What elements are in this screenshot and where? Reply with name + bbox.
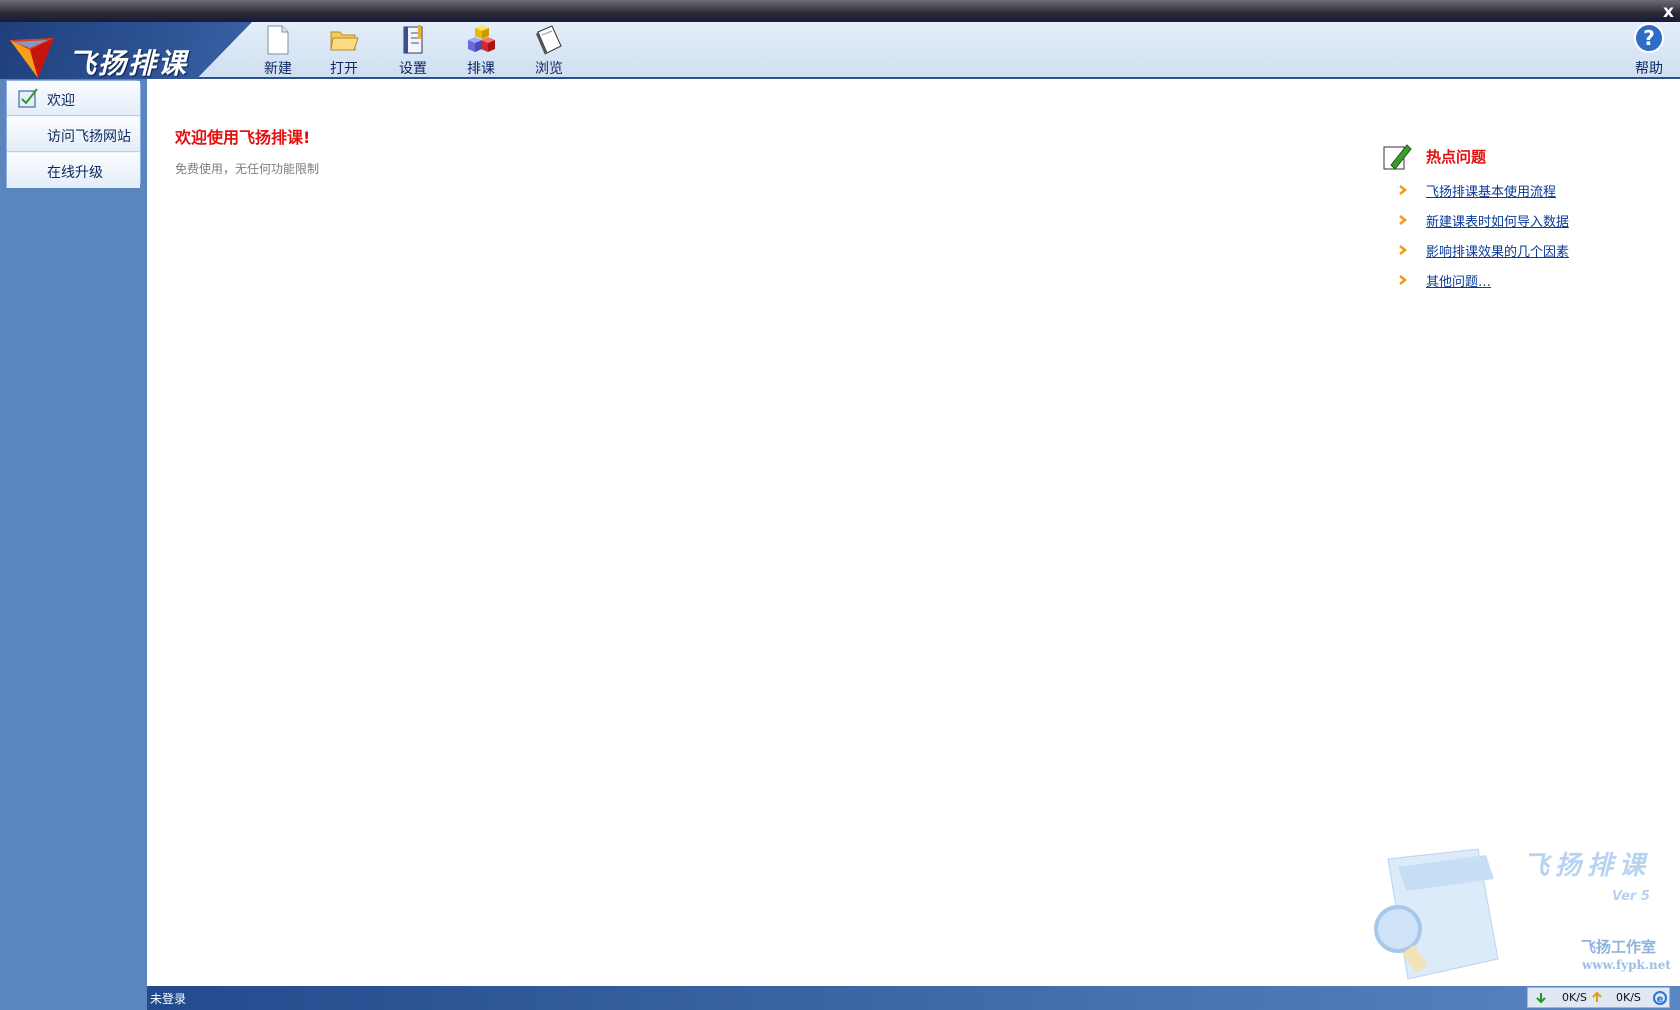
sidebar-item-upgrade[interactable]: 在线升级 [7, 153, 140, 188]
new-file-icon [267, 25, 289, 55]
network-speed-box: 0K/S 0K/S e [1527, 987, 1670, 1008]
hot-link-factors[interactable]: 影响排课效果的几个因素 [1426, 241, 1569, 260]
toolbar-schedule-button[interactable]: 排课 [449, 22, 513, 78]
toolbar-settings-label: 设置 [399, 61, 427, 77]
help-label: 帮助 [1635, 61, 1663, 77]
title-bar: x [0, 0, 1680, 24]
app-logo-icon [10, 38, 54, 78]
toolbar-browse-label: 浏览 [535, 61, 563, 77]
app-title: 飞扬排课 [68, 47, 189, 80]
svg-text:?: ? [1643, 26, 1655, 50]
open-folder-icon [330, 31, 359, 51]
sidebar-item-label: 在线升级 [47, 165, 103, 181]
welcome-title: 欢迎使用飞扬排课! [175, 128, 311, 147]
status-bar: 未登录 [147, 986, 1680, 1010]
download-arrow-icon [1536, 993, 1546, 1004]
welcome-check-icon [18, 88, 38, 108]
hot-topics-title: 热点问题 [1426, 148, 1487, 166]
main-content: 欢迎使用飞扬排课! 免费使用，无任何功能限制 热点问题 飞扬排课基本使用流程 新… [147, 79, 1680, 986]
ie-browser-icon[interactable]: e [1652, 990, 1668, 1006]
toolbar-settings-button[interactable]: 设置 [381, 22, 445, 78]
sidebar-item-visit-site[interactable]: 访问飞扬网站 [7, 117, 140, 152]
watermark-version: Ver 5 [1612, 889, 1650, 904]
watermark-studio: 飞扬工作室 [1581, 938, 1657, 956]
hot-link-import-data[interactable]: 新建课表时如何导入数据 [1426, 211, 1569, 230]
welcome-subtitle: 免费使用，无任何功能限制 [175, 162, 320, 176]
svg-text:e: e [1657, 994, 1664, 1005]
toolbar-open-label: 打开 [330, 61, 358, 77]
bullet-arrow-icon [1399, 215, 1408, 225]
sidebar-item-welcome[interactable]: 欢迎 [7, 81, 140, 116]
toolbar-browse-button[interactable]: 浏览 [517, 22, 581, 78]
help-button[interactable]: ? 帮助 [1622, 22, 1676, 78]
pen-note-icon [1383, 144, 1412, 170]
hot-link-other[interactable]: 其他问题… [1426, 271, 1491, 290]
sidebar-item-label: 访问飞扬网站 [47, 129, 131, 145]
bullet-arrow-icon [1399, 185, 1408, 195]
toolbar-new-label: 新建 [264, 61, 292, 77]
download-speed: 0K/S [1562, 991, 1587, 1004]
sidebar-item-label: 欢迎 [47, 93, 75, 109]
browse-book-icon [536, 25, 562, 55]
hot-link-basic-flow[interactable]: 飞扬排课基本使用流程 [1426, 181, 1556, 200]
watermark-title: 飞扬排课 [1523, 851, 1652, 881]
bullet-arrow-icon [1399, 275, 1408, 285]
schedule-blocks-icon [468, 25, 495, 52]
upload-arrow-icon [1592, 991, 1602, 1002]
bullet-arrow-icon [1399, 245, 1408, 255]
help-question-icon: ? [1634, 23, 1664, 53]
toolbar-new-button[interactable]: 新建 [246, 22, 310, 78]
close-button[interactable]: x [1663, 2, 1674, 22]
login-status: 未登录 [150, 992, 187, 1006]
settings-notebook-icon [403, 25, 423, 54]
toolbar-schedule-label: 排课 [467, 61, 495, 77]
sidebar: 欢迎 访问飞扬网站 在线升级 [6, 80, 141, 188]
toolbar-open-button[interactable]: 打开 [312, 22, 376, 78]
watermark-url: www.fypk.net [1582, 958, 1671, 972]
upload-speed: 0K/S [1616, 991, 1641, 1004]
